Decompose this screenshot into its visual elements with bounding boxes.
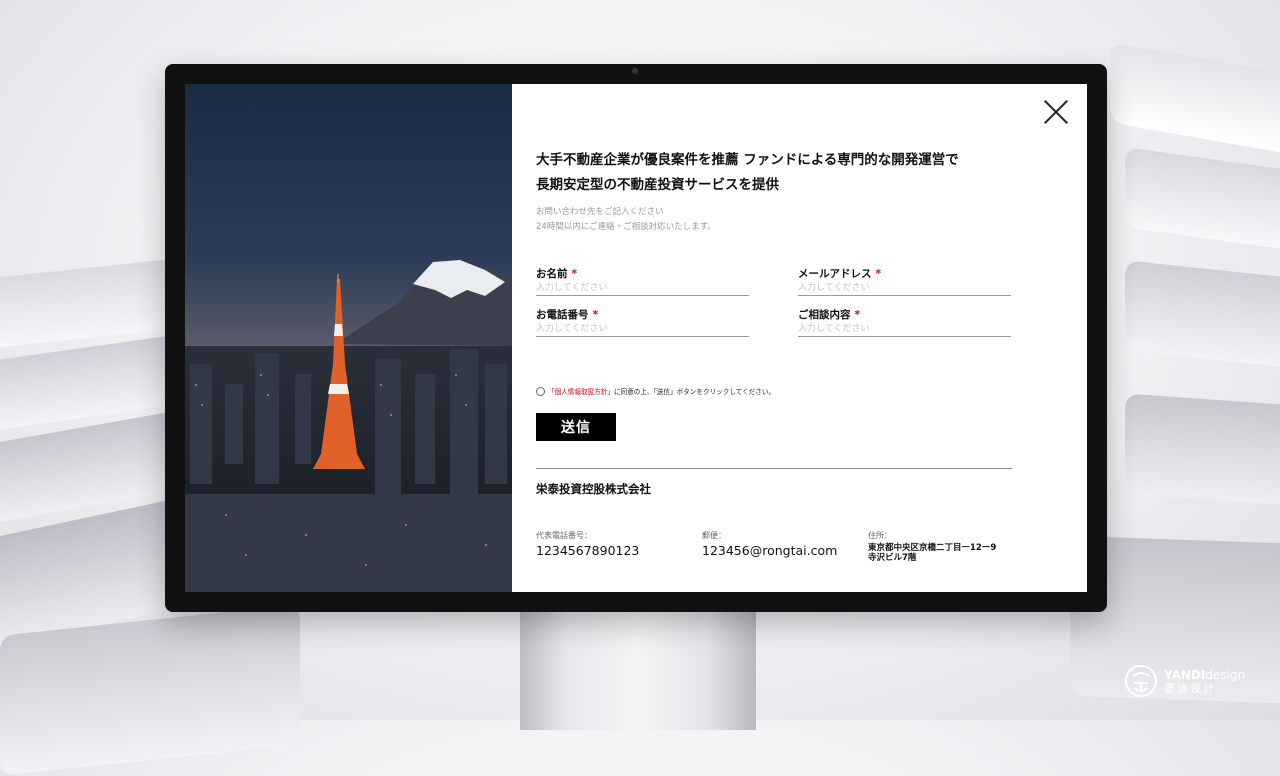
email-label-text: メールアドレス xyxy=(798,268,872,280)
company-name: 栄泰投資控股株式会社 xyxy=(536,482,651,496)
name-field-group: お名前 * xyxy=(536,267,749,296)
backdrop-slat xyxy=(0,258,175,352)
headline: 大手不動産企業が優良案件を推薦 ファンドによる専門的な開発運営で 長期安定型の不… xyxy=(536,148,1056,198)
inquiry-input[interactable] xyxy=(798,323,1011,337)
backdrop-slat xyxy=(1125,260,1280,370)
mail-info-value: 123456@rongtai.com xyxy=(702,543,838,558)
consent-row: 「個人情報取扱方針」 に同意の上、「送信」ボタンをクリックしてください。 xyxy=(536,386,775,396)
address-line: 東京都中央区京橋二丁目ー12ー9 xyxy=(868,543,997,553)
name-label-text: お名前 xyxy=(536,268,568,280)
backdrop-slat xyxy=(1125,393,1280,507)
brand-watermark: YANDIdesign 晏迪设计 xyxy=(1124,664,1245,698)
address-info: 住所： 東京都中央区京橋二丁目ー12ー9 寺沢ビル7階 xyxy=(868,529,996,563)
camera-icon xyxy=(632,68,638,74)
close-icon[interactable] xyxy=(1044,100,1068,124)
required-mark: * xyxy=(854,309,861,321)
backdrop-slat xyxy=(1110,42,1280,158)
address-info-label: 住所： xyxy=(868,531,892,540)
headline-line: 大手不動産企業が優良案件を推薦 ファンドによる専門的な開発運営で xyxy=(536,152,959,168)
brand-text: YANDIdesign 晏迪设计 xyxy=(1164,668,1245,695)
email-input[interactable] xyxy=(798,282,1011,296)
subtext: お問い合わせ先をご記入ください 24時間以内にご連絡・ご相談対応いたします。 xyxy=(536,205,716,235)
inquiry-field-group: ご相談内容 * xyxy=(798,308,1011,337)
address-line: 寺沢ビル7階 xyxy=(868,553,917,563)
divider xyxy=(536,468,1012,469)
submit-button[interactable]: 送信 xyxy=(536,413,616,441)
hero-photo xyxy=(185,84,512,592)
headline-line: 長期安定型の不動産投資サービスを提供 xyxy=(536,177,779,193)
privacy-policy-link[interactable]: 「個人情報取扱方針」 xyxy=(548,386,614,396)
brand-name: YANDIdesign xyxy=(1164,668,1245,682)
subtext-line: お問い合わせ先をご記入ください xyxy=(536,207,664,217)
name-label: お名前 * xyxy=(536,267,749,282)
phone-input[interactable] xyxy=(536,323,749,337)
phone-info-label: 代表電話番号： xyxy=(536,531,592,540)
phone-field-group: お電話番号 * xyxy=(536,308,749,337)
inquiry-label-text: ご相談内容 xyxy=(798,309,851,321)
name-input[interactable] xyxy=(536,282,749,296)
brand-bold: YANDI xyxy=(1164,667,1206,682)
required-mark: * xyxy=(571,268,578,280)
required-mark: * xyxy=(592,309,599,321)
inquiry-label: ご相談内容 * xyxy=(798,308,1011,323)
phone-label-text: お電話番号 xyxy=(536,309,589,321)
backdrop-slat xyxy=(1125,146,1280,254)
radio-icon[interactable] xyxy=(536,386,545,396)
phone-info-value: 1234567890123 xyxy=(536,543,640,558)
email-field-group: メールアドレス * xyxy=(798,267,1011,296)
required-mark: * xyxy=(875,268,882,280)
yandi-logo-icon xyxy=(1125,665,1157,697)
monitor-stand xyxy=(520,600,756,730)
backdrop-slat xyxy=(0,604,300,776)
brand-cn: 晏迪设计 xyxy=(1164,681,1216,695)
contact-panel: 大手不動産企業が優良案件を推薦 ファンドによる専門的な開発運営で 長期安定型の不… xyxy=(512,84,1087,592)
mail-info-label: 郵便： xyxy=(702,531,726,540)
phone-label: お電話番号 * xyxy=(536,308,749,323)
phone-info: 代表電話番号： 1234567890123 xyxy=(536,529,639,559)
subtext-line: 24時間以内にご連絡・ご相談対応いたします。 xyxy=(536,222,716,232)
brand-rest: design xyxy=(1205,667,1246,682)
consent-text: に同意の上、「送信」ボタンをクリックしてください。 xyxy=(613,388,776,396)
mail-info: 郵便： 123456@rongtai.com xyxy=(702,529,837,559)
email-label: メールアドレス * xyxy=(798,267,1011,282)
